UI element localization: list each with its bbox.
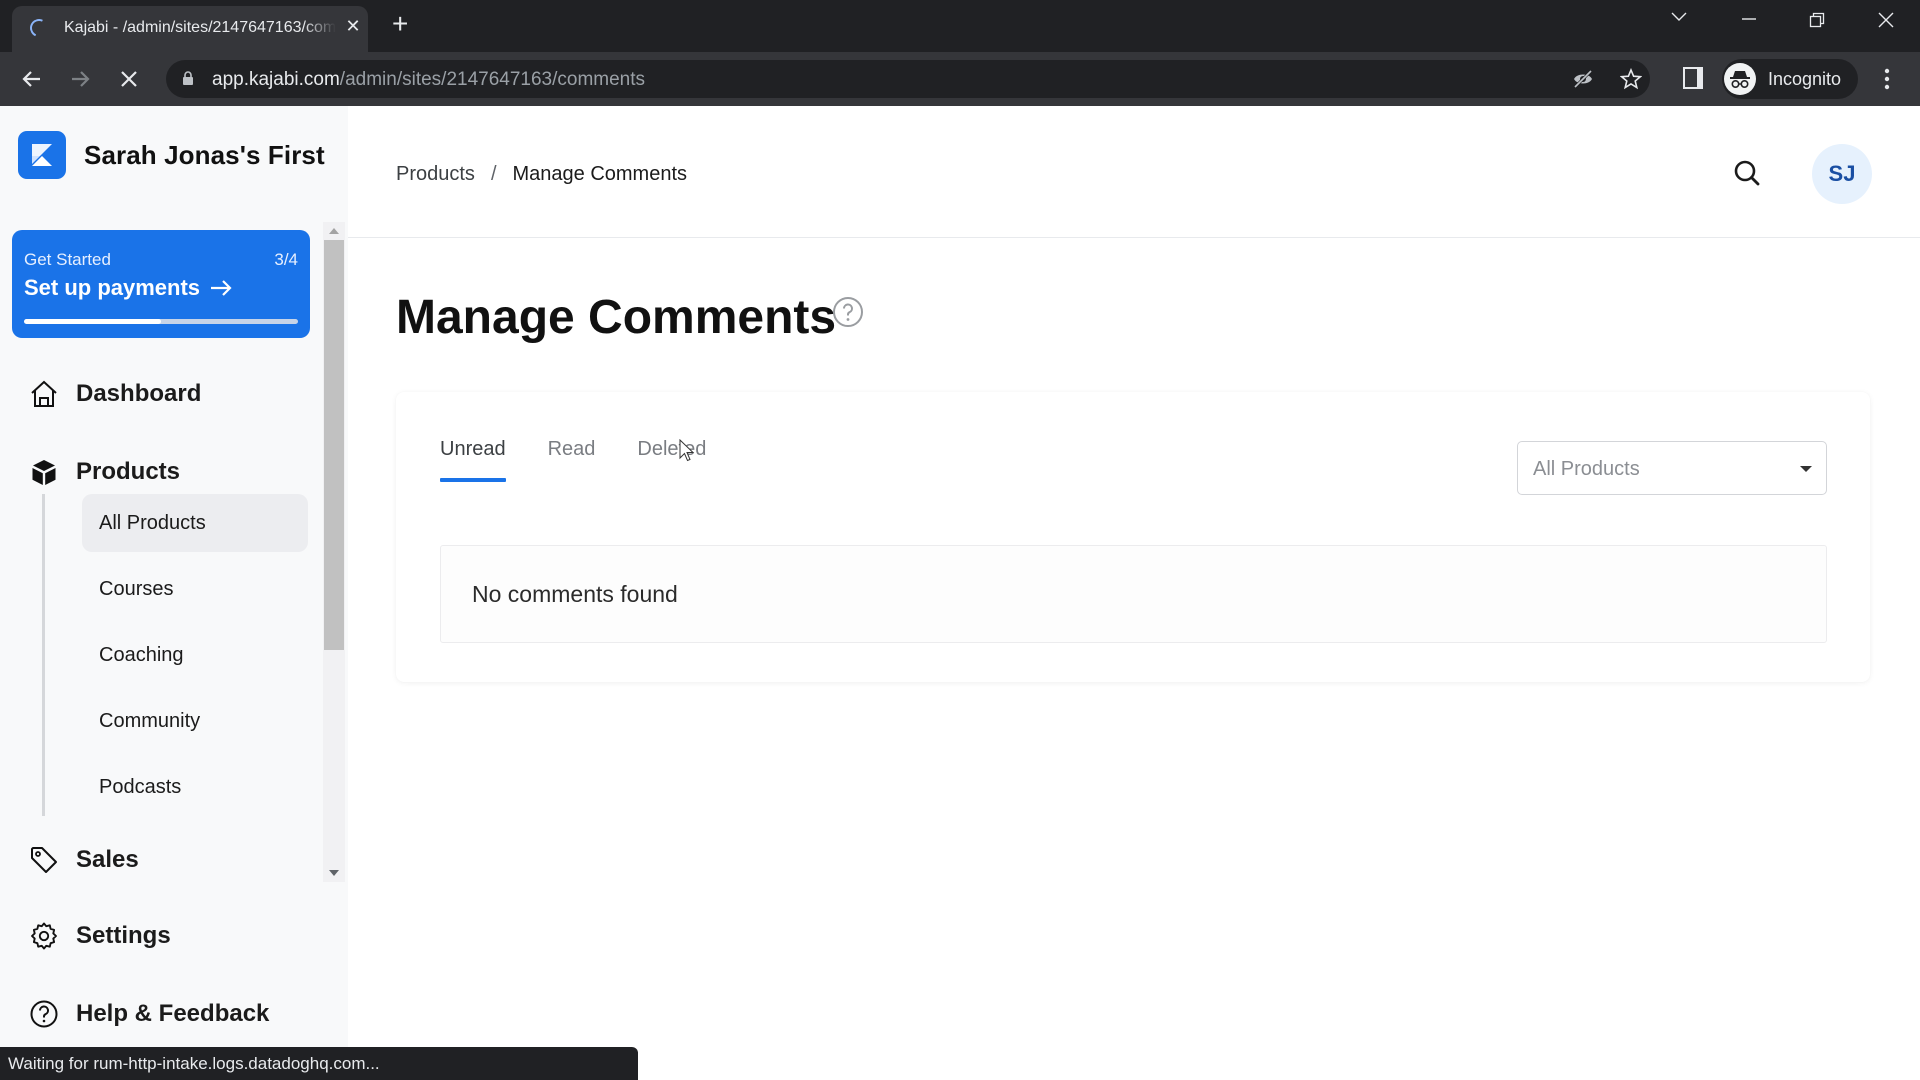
breadcrumb-separator: / — [490, 163, 497, 185]
get-started-label: Get Started — [24, 250, 111, 269]
get-started-card[interactable]: Get Started 3/4 Set up payments — [12, 230, 310, 338]
lock-icon — [183, 71, 193, 85]
get-started-progress-fill — [24, 319, 161, 324]
sidebar-item-help-feedback[interactable]: Help & Feedback — [28, 994, 269, 1034]
scrollbar-thumb[interactable] — [324, 240, 344, 650]
sidebar-item-label: Dashboard — [76, 380, 202, 407]
subitem-label: Coaching — [99, 643, 184, 666]
tab-title: Kajabi - /admin/sites/2147647163/comment… — [64, 19, 336, 36]
get-started-progress — [24, 319, 298, 324]
main-content: Products / Manage Comments SJ Manage Comme… — [348, 106, 1920, 1080]
help-question-icon[interactable] — [832, 296, 864, 328]
sidebar-subitem-all-products[interactable]: All Products — [82, 494, 308, 552]
kajabi-logo-icon[interactable] — [18, 131, 66, 179]
back-arrow-icon[interactable] — [18, 65, 46, 93]
status-text: Waiting for rum-http-intake.logs.datadog… — [8, 1054, 380, 1073]
stop-loading-icon[interactable] — [115, 65, 143, 93]
gear-icon — [28, 920, 60, 952]
empty-state: No comments found — [440, 545, 1827, 643]
close-window-icon[interactable] — [1871, 8, 1901, 32]
get-started-title: Set up payments — [24, 275, 232, 301]
incognito-profile-button[interactable]: Incognito — [1722, 59, 1858, 99]
sidebar-item-label: Settings — [76, 922, 171, 949]
browser-toolbar: app.kajabi.com/admin/sites/2147647163/co… — [0, 52, 1920, 106]
tab-search-icon[interactable] — [1664, 8, 1694, 26]
subitem-label: Courses — [99, 577, 174, 600]
sidebar-item-label: Help & Feedback — [76, 1000, 270, 1027]
arrow-right-icon — [211, 280, 232, 296]
product-filter-select[interactable]: All Products — [1517, 441, 1827, 495]
restore-icon[interactable] — [1802, 8, 1832, 32]
subitem-label: Podcasts — [99, 775, 182, 798]
side-panel-icon[interactable] — [1682, 66, 1704, 90]
eye-off-icon[interactable] — [1572, 68, 1594, 90]
forward-arrow-icon[interactable] — [66, 65, 94, 93]
comments-card: Unread Read Deleted All Products No comm… — [396, 392, 1870, 682]
get-started-count: 3/4 — [274, 250, 298, 269]
sidebar-item-products[interactable]: Products — [28, 452, 180, 492]
help-circle-icon — [28, 998, 60, 1030]
incognito-icon — [1724, 63, 1756, 95]
sidebar: Sarah Jonas's First Get Started 3/4 Set … — [0, 106, 348, 1080]
tab-deleted[interactable]: Deleted — [637, 438, 706, 482]
breadcrumb: Products / Manage Comments — [396, 163, 687, 186]
mouse-cursor-icon — [679, 439, 695, 462]
tab-read[interactable]: Read — [548, 438, 596, 482]
loading-spinner-icon — [27, 16, 51, 40]
bookmark-star-icon[interactable] — [1620, 68, 1642, 90]
empty-state-message: No comments found — [472, 581, 678, 607]
sidebar-item-label: Sales — [76, 846, 139, 873]
tab-close-icon[interactable]: ✕ — [342, 15, 364, 37]
url-text: app.kajabi.com/admin/sites/2147647163/co… — [212, 69, 646, 90]
sidebar-subitem-community[interactable]: Community — [82, 692, 308, 750]
breadcrumb-products-link[interactable]: Products — [396, 163, 475, 185]
home-icon — [28, 378, 60, 410]
box-icon — [28, 456, 60, 488]
sidebar-item-sales[interactable]: Sales — [28, 840, 139, 880]
minimize-icon[interactable] — [1734, 8, 1764, 30]
new-tab-button[interactable]: + — [392, 10, 408, 38]
site-name[interactable]: Sarah Jonas's First — [84, 140, 325, 171]
search-icon[interactable] — [1732, 158, 1762, 188]
browser-tab-strip: Kajabi - /admin/sites/2147647163/comment… — [0, 0, 1920, 52]
browser-status-bar: Waiting for rum-http-intake.logs.datadog… — [0, 1047, 638, 1080]
browser-menu-icon[interactable] — [1884, 68, 1890, 90]
sidebar-item-settings[interactable]: Settings — [28, 916, 171, 956]
caret-down-icon — [1800, 466, 1812, 472]
scroll-down-arrow-icon[interactable] — [329, 870, 339, 876]
profile-label: Incognito — [1768, 69, 1842, 89]
address-bar[interactable]: app.kajabi.com/admin/sites/2147647163/co… — [166, 60, 1650, 98]
product-filter-value: All Products — [1533, 458, 1640, 480]
page-title: Manage Comments — [396, 291, 837, 344]
sidebar-item-dashboard[interactable]: Dashboard — [28, 374, 201, 414]
tab-unread[interactable]: Unread — [440, 438, 506, 482]
subnav-divider — [42, 494, 45, 816]
browser-tab[interactable]: Kajabi - /admin/sites/2147647163/comment… — [12, 6, 368, 52]
page-header: Products / Manage Comments SJ — [348, 106, 1920, 238]
sidebar-subitem-coaching[interactable]: Coaching — [82, 626, 308, 684]
scroll-up-arrow-icon[interactable] — [329, 228, 339, 234]
subitem-label: All Products — [99, 511, 206, 534]
sidebar-subitem-courses[interactable]: Courses — [82, 560, 308, 618]
user-avatar[interactable]: SJ — [1812, 144, 1872, 204]
tag-icon — [28, 844, 60, 876]
subitem-label: Community — [99, 709, 201, 732]
sidebar-scrollbar[interactable] — [323, 222, 345, 882]
sidebar-item-label: Products — [76, 458, 181, 485]
sidebar-subitem-podcasts[interactable]: Podcasts — [82, 758, 308, 816]
comment-tabs: Unread Read Deleted — [440, 438, 748, 482]
breadcrumb-current: Manage Comments — [512, 163, 688, 185]
